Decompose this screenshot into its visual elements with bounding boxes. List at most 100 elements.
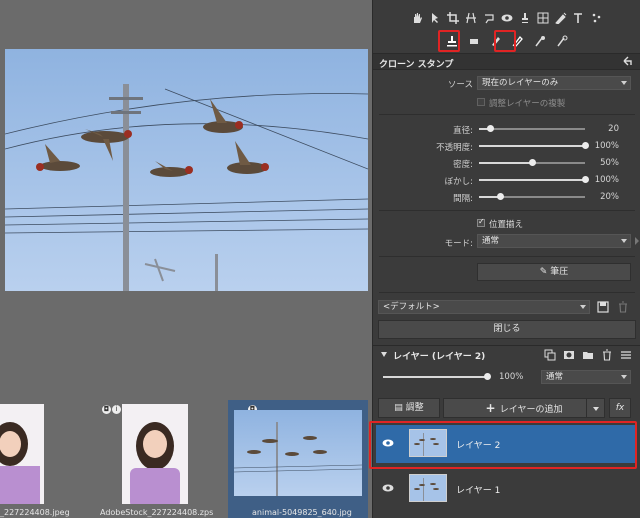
mode-label: モード:: [444, 239, 473, 249]
slider-track[interactable]: [479, 193, 585, 200]
filmstrip-item[interactable]: ◘ i ◇ AdobeStock_227224408.zps: [100, 400, 214, 518]
slider-value: 20%: [600, 192, 619, 202]
divider: [379, 210, 635, 211]
slider-track[interactable]: [479, 176, 589, 183]
slider-thumb[interactable]: [582, 176, 589, 183]
filmstrip-thumbnail: [122, 404, 188, 504]
preset-value: <デフォルト>: [383, 302, 440, 312]
perspective-icon[interactable]: [464, 11, 478, 25]
filmstrip-caption: _227224408.jpeg: [0, 508, 70, 517]
filmstrip-caption: AdobeStock_227224408.zps: [100, 508, 214, 517]
crop-icon[interactable]: [446, 11, 460, 25]
slider-thumb[interactable]: [484, 373, 491, 380]
add-layer-button[interactable]: + レイヤーの追加: [443, 398, 605, 418]
brush-icon[interactable]: [518, 11, 532, 25]
filmstrip: ≡ _227224408.jpeg ◘ i ◇: [0, 400, 372, 518]
layer-opacity-slider[interactable]: [383, 373, 491, 380]
adjust-layers-checkbox[interactable]: [477, 98, 485, 106]
adjust-label: 調整: [405, 403, 424, 413]
slider-label: ぼかし:: [444, 177, 473, 187]
layers-title: レイヤー (レイヤー 2): [393, 352, 486, 362]
pressure-button[interactable]: ✎ 筆圧: [477, 263, 631, 281]
preset-dropdown[interactable]: <デフォルト>: [378, 300, 590, 314]
back-arrow-icon[interactable]: [621, 55, 633, 67]
healing-brush-highlight: [494, 30, 516, 52]
layer-row[interactable]: レイヤー 1: [376, 470, 636, 508]
slider-thumb[interactable]: [486, 125, 494, 132]
slider-track[interactable]: [479, 142, 589, 149]
chevron-down-icon: [621, 81, 627, 85]
trash-icon[interactable]: [601, 349, 613, 361]
eraser-icon[interactable]: [467, 34, 481, 48]
source-dropdown[interactable]: 現在のレイヤーのみ: [477, 76, 631, 90]
fx-button[interactable]: fx: [609, 398, 631, 418]
slider-fill: [383, 376, 487, 378]
pen-icon[interactable]: [554, 11, 568, 25]
filmstrip-thumbnail: [0, 404, 44, 504]
camera-badge-icon: ◘: [102, 405, 111, 414]
divider: [379, 292, 635, 293]
toolbar-row-1: [373, 11, 640, 25]
close-button[interactable]: 閉じる: [378, 320, 636, 339]
eye-icon[interactable]: [500, 11, 514, 25]
align-checkbox[interactable]: [477, 217, 485, 227]
chevron-down-icon: [580, 305, 586, 309]
main-photo[interactable]: [5, 49, 368, 291]
panel-expand-arrow-icon[interactable]: [635, 237, 639, 245]
mode-dropdown[interactable]: 通常: [477, 234, 631, 248]
layer-thumbnail: [409, 474, 447, 502]
slider-value: 100%: [594, 141, 619, 151]
slider-thumb[interactable]: [497, 193, 505, 200]
visibility-eye-icon[interactable]: [382, 483, 394, 493]
spray-icon[interactable]: [590, 11, 604, 25]
slider-thumb[interactable]: [529, 159, 536, 166]
chevron-down-icon: [593, 407, 599, 411]
filmstrip-item-selected[interactable]: ◘ animal-5049825_640.jpg: [228, 400, 368, 518]
save-icon[interactable]: [597, 301, 609, 313]
add-layer-label: レイヤーの追加: [499, 405, 563, 415]
slider-value: 100%: [594, 175, 619, 185]
slider-track[interactable]: [479, 159, 585, 166]
pen-pressure-icon: ✎: [539, 267, 551, 277]
slider-label: 直径:: [453, 126, 473, 136]
filmstrip-item[interactable]: ≡ _227224408.jpeg: [0, 400, 70, 518]
slider-fill: [479, 145, 585, 147]
mask-icon[interactable]: [563, 349, 575, 361]
hand-icon[interactable]: [410, 11, 424, 25]
divider: [379, 256, 635, 257]
adjust-icon: ▤: [394, 403, 406, 413]
add-layer-dropdown-button[interactable]: [586, 398, 605, 418]
ducks-photo: [5, 84, 368, 291]
image-viewport[interactable]: ≡ _227224408.jpeg ◘ i ◇: [0, 0, 372, 518]
pointer-icon[interactable]: [428, 11, 442, 25]
text-icon[interactable]: [572, 11, 586, 25]
filmstrip-thumbnail: [234, 410, 362, 496]
ducks-thumbnail-image: [410, 475, 446, 501]
chevron-down-icon: [621, 375, 627, 379]
clone-stamp-highlight: [438, 30, 460, 52]
filmstrip-caption: animal-5049825_640.jpg: [252, 508, 352, 517]
slider-label: 密度:: [453, 160, 473, 170]
trash-icon[interactable]: [617, 301, 629, 313]
chevron-down-icon: [621, 239, 627, 243]
align-label: 位置揃え: [489, 220, 524, 230]
blend-mode-dropdown[interactable]: 通常: [541, 370, 631, 384]
portrait-image: [0, 422, 40, 504]
menu-icon[interactable]: [620, 349, 632, 361]
burn-icon[interactable]: [555, 34, 569, 48]
grid-icon[interactable]: [536, 11, 550, 25]
duplicate-layer-icon[interactable]: [544, 349, 556, 361]
lasso-icon[interactable]: [482, 11, 496, 25]
slider-track[interactable]: [479, 125, 585, 132]
clone-stamp-section-header[interactable]: クローン スタンプ: [373, 53, 640, 70]
adjust-button[interactable]: ▤ 調整: [378, 398, 440, 418]
collapse-icon[interactable]: [381, 352, 387, 357]
ducks-thumbnail-image: [234, 422, 362, 496]
pressure-label: 筆圧: [550, 267, 569, 277]
dodge-icon[interactable]: [533, 34, 547, 48]
slider-thumb[interactable]: [582, 142, 589, 149]
layers-section-header[interactable]: レイヤー (レイヤー 2): [373, 345, 640, 363]
adjust-layers-label: 調整レイヤーの複製: [489, 99, 566, 109]
slider-label: 不透明度:: [436, 143, 473, 153]
folder-icon[interactable]: [582, 349, 594, 361]
